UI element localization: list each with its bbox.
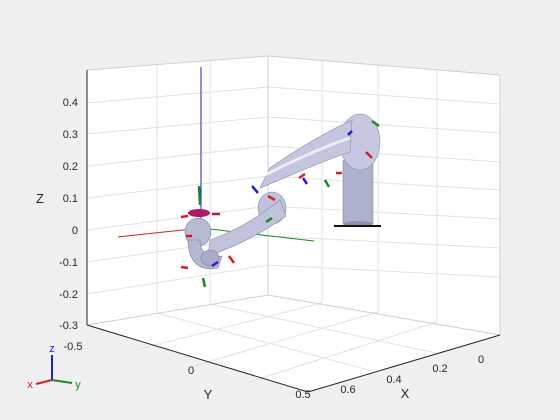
z-axis-label: Z — [36, 191, 44, 206]
z-tick-label: -0.3 — [59, 320, 78, 332]
z-tick-label: 0.1 — [63, 193, 78, 205]
z-tick-label: 0.2 — [63, 161, 78, 173]
triad-y-line — [51, 379, 73, 384]
x-tick-label: 0.2 — [432, 363, 447, 375]
z-tick-label: -0.2 — [59, 289, 78, 301]
z-tick-label: -0.1 — [59, 257, 78, 269]
y-axis-label: Y — [204, 387, 213, 402]
back-wall-right — [268, 56, 500, 335]
z-tick-labels: 0.4 0.3 0.2 0.1 0 -0.1 -0.2 -0.3 — [59, 97, 78, 332]
robot-figure-canvas: 0.4 0.3 0.2 0.1 0 -0.1 -0.2 -0.3 Z -0.5 … — [27, 55, 501, 402]
z-tick-label: 0 — [72, 225, 78, 237]
y-tick-label: 0.5 — [295, 389, 310, 401]
x-tick-label: 0.6 — [340, 384, 355, 396]
x-tick-label: 0 — [478, 354, 484, 366]
triad-x-line — [35, 379, 53, 385]
z-tick-label: 0.3 — [63, 129, 78, 141]
robot-flange — [188, 209, 210, 217]
y-tick-label: -0.5 — [64, 341, 83, 353]
z-tick-label: 0.4 — [63, 97, 78, 109]
triad-z-label: z — [49, 343, 55, 355]
triad-x-label: x — [27, 379, 33, 391]
axes-box — [86, 55, 501, 393]
y-tick-label: 0 — [188, 365, 194, 377]
x-tick-label: 0.4 — [386, 374, 401, 386]
triad-y-label: y — [75, 379, 81, 391]
x-axis-label: X — [401, 386, 410, 401]
back-wall-left — [87, 56, 268, 325]
